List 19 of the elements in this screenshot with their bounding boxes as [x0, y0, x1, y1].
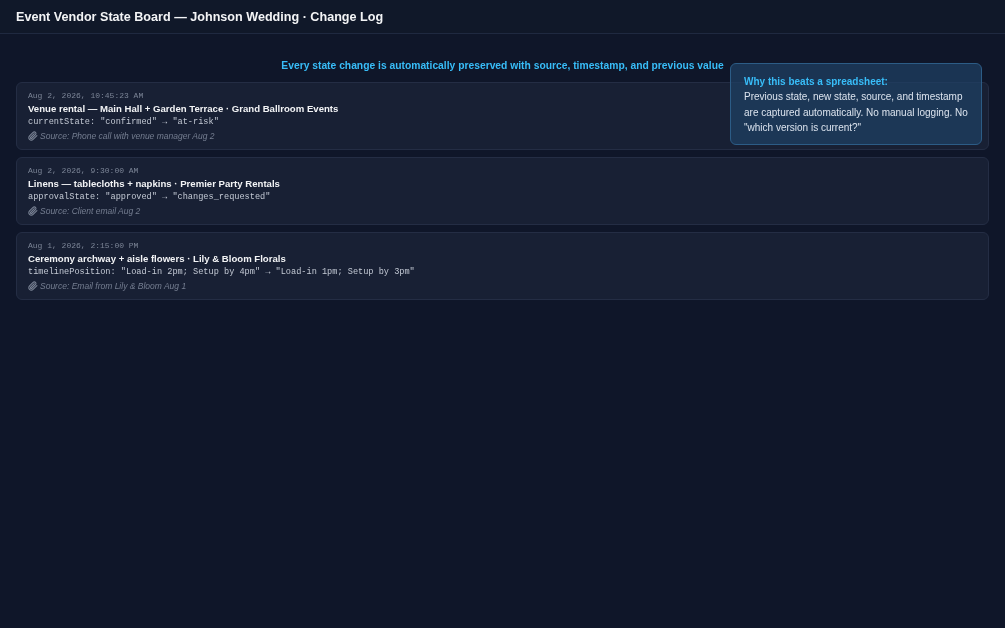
state-change: approvalState: "approved" → "changes_requested" [28, 191, 271, 204]
timestamp: Aug 2, 2026, 10:45:23 AM [28, 90, 144, 102]
paperclip-icon [28, 281, 38, 291]
callout-text: Previous state, new state, source, and timestamp are captured automatically. No manual logging. No "which version is current?" [744, 90, 969, 135]
callout-title: Why this beats a spreadsheet: [744, 75, 888, 89]
state-change: currentState: "confirmed" → "at-risk" [28, 116, 219, 129]
source-note: Source: Client email Aug 2 [40, 206, 141, 216]
source-note: Source: Phone call with venue manager Aug 2 [40, 131, 215, 141]
item-title: Linens — tablecloths + napkins · Premier Party Rentals [28, 177, 280, 191]
timestamp: Aug 2, 2026, 9:30:00 AM [28, 165, 139, 177]
state-change: timelinePosition: "Load-in 2pm; Setup by 4pm" → "Load-in 1pm; Setup by 3pm" [28, 266, 415, 279]
paperclip-icon [28, 206, 38, 216]
source-note: Source: Email from Lily & Bloom Aug 1 [40, 281, 187, 291]
timestamp: Aug 1, 2026, 2:15:00 PM [28, 240, 139, 252]
paperclip-icon [28, 131, 38, 141]
item-title: Venue rental — Main Hall + Garden Terrace · Grand Ballroom Events [28, 102, 339, 116]
page-title: Event Vendor State Board — Johnson Wedding · Change Log [16, 9, 384, 24]
banner-text: Every state change is automatically preserved with source, timestamp, and previous value [281, 59, 724, 73]
item-title: Ceremony archway + aisle flowers · Lily & Bloom Florals [28, 252, 286, 266]
